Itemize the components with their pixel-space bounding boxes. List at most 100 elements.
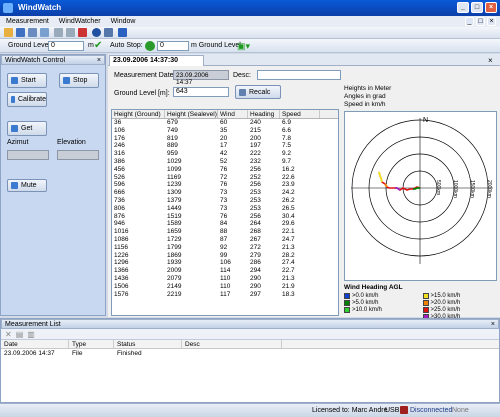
ml-col-status[interactable]: Status [114, 340, 182, 348]
table-row[interactable]: 1226 1869 99 279 28.2 [112, 252, 338, 260]
table-row[interactable]: 526 1169 72 252 22.6 [112, 174, 338, 182]
panel-close-icon[interactable]: × [97, 57, 101, 64]
get-button[interactable]: Get [7, 121, 47, 136]
ground-level-dropdown-icon[interactable]: ▣▾ [237, 41, 250, 52]
ml-col-type[interactable]: Type [69, 340, 114, 348]
desc-input[interactable] [257, 70, 341, 80]
mdi-restore-button[interactable]: □ [476, 17, 485, 26]
record-icon[interactable] [78, 28, 87, 37]
table-row[interactable]: 106 749 35 215 6.6 [112, 127, 338, 135]
status-bar: Licensed to: Marc Andre USB Disconnected… [0, 403, 500, 417]
minimize-button[interactable]: _ [457, 2, 469, 13]
open-folder-icon[interactable] [4, 28, 13, 37]
table-row[interactable]: 316 959 42 222 9.2 [112, 150, 338, 158]
maximize-button[interactable]: □ [471, 2, 483, 13]
menu-measurement[interactable]: Measurement [6, 18, 49, 25]
table-row[interactable]: 666 1309 73 253 24.2 [112, 189, 338, 197]
wind-track-yellow [378, 171, 383, 183]
auto-stop-label: Auto Stop: [110, 42, 143, 49]
info-icon[interactable] [118, 28, 127, 37]
table-row[interactable]: 806 1449 73 253 26.5 [112, 205, 338, 213]
device-label[interactable]: None [452, 407, 469, 414]
grid-icon[interactable] [104, 28, 113, 37]
delete-icon[interactable]: ✕ [5, 330, 12, 339]
table-cell: 946 [114, 220, 125, 228]
table-cell: 9.2 [282, 150, 292, 158]
table-row[interactable]: 1156 1799 92 272 21.3 [112, 244, 338, 252]
legend-swatch [422, 299, 429, 306]
table-cell: 253 [250, 196, 261, 204]
table-cell: 106 [220, 259, 231, 267]
table-row[interactable]: 946 1589 84 264 29.6 [112, 220, 338, 228]
wind-track-red [378, 171, 421, 191]
table-row[interactable]: 736 1379 73 253 26.2 [112, 197, 338, 205]
table-cell: 806 [114, 204, 125, 212]
stop-icon[interactable] [66, 28, 75, 37]
mute-button[interactable]: Mute [7, 179, 47, 192]
info-angles: Angles in grad [344, 93, 386, 100]
ml-col-date[interactable]: Date [1, 340, 69, 348]
table-row[interactable]: 1086 1729 87 267 24.7 [112, 236, 338, 244]
table-row[interactable]: 36 679 60 240 6.9 [112, 119, 338, 127]
col-heading[interactable]: Heading [248, 110, 280, 118]
measurement-list-close-icon[interactable]: × [491, 321, 495, 328]
recalc-button[interactable]: Recalc [235, 85, 281, 99]
play-icon[interactable] [54, 28, 63, 37]
measurement-list-toolbar: ✕ ▤ ▥ [1, 329, 499, 340]
table-row[interactable]: 1016 1659 88 268 22.1 [112, 228, 338, 236]
table-row[interactable]: 386 1029 52 232 9.7 [112, 158, 338, 166]
stop-button[interactable]: Stop [59, 73, 99, 88]
table-cell: 736 [114, 196, 125, 204]
table-cell: 1729 [167, 235, 182, 243]
table-cell: 2149 [167, 282, 182, 290]
start-button[interactable]: Start [7, 73, 47, 88]
apply-check-icon[interactable]: ✔ [94, 40, 102, 51]
table-cell: 42 [220, 150, 228, 158]
panel-header: WindWatch Control × [1, 55, 105, 65]
col-speed[interactable]: Speed [280, 110, 320, 118]
table-cell: 749 [167, 126, 178, 134]
measurement-list-row[interactable]: 23.09.2006 14:37 File Finished [1, 349, 499, 358]
menu-windwatcher[interactable]: WindWatcher [59, 18, 101, 25]
table-row[interactable]: 1506 2149 110 290 21.9 [112, 283, 338, 291]
save-icon[interactable] [16, 28, 25, 37]
mdi-close-button[interactable]: × [487, 17, 496, 26]
menu-window[interactable]: Window [111, 18, 136, 25]
tab-close-icon[interactable]: × [488, 56, 493, 65]
table-row[interactable]: 1436 2079 110 290 21.3 [112, 275, 338, 283]
col-height-sealevel[interactable]: Height (Sealevel) [165, 110, 218, 118]
table-row[interactable]: 1296 1939 106 286 27.4 [112, 259, 338, 267]
stop-label: Stop [73, 77, 88, 84]
tab-measurement[interactable]: 23.09.2006 14:37:30 [109, 55, 204, 66]
import-icon[interactable]: ▥ [27, 330, 35, 339]
print-icon[interactable] [40, 28, 49, 37]
table-row[interactable]: 246 889 17 197 7.5 [112, 142, 338, 150]
table-row[interactable]: 876 1519 76 256 30.4 [112, 213, 338, 221]
globe-icon[interactable] [92, 28, 101, 37]
table-cell: 2009 [167, 267, 182, 275]
table-cell: 386 [114, 157, 125, 165]
table-cell: 1519 [167, 212, 182, 220]
ground-level-m-input[interactable]: 643 [173, 87, 229, 97]
table-cell: 30.4 [282, 212, 295, 220]
mdi-minimize-button[interactable]: _ [465, 17, 474, 26]
col-height-ground[interactable]: Height (Ground) [112, 110, 165, 118]
ml-col-desc[interactable]: Desc [182, 340, 282, 348]
save-all-icon[interactable] [28, 28, 37, 37]
calibrate-button[interactable]: Calibrate [7, 92, 47, 107]
col-wind[interactable]: Wind [218, 110, 248, 118]
export-icon[interactable]: ▤ [16, 330, 24, 339]
table-row[interactable]: 456 1099 76 256 16.2 [112, 166, 338, 174]
table-row[interactable]: 1366 2009 114 294 22.7 [112, 267, 338, 275]
connection-status[interactable]: Disconnected [410, 407, 452, 414]
close-button[interactable]: × [485, 2, 497, 13]
table-cell: 1506 [114, 282, 129, 290]
table-cell: 666 [114, 189, 125, 197]
table-row[interactable]: 176 819 20 200 7.8 [112, 135, 338, 143]
ground-level-input[interactable]: 0 [48, 41, 84, 51]
table-row[interactable]: 596 1239 76 256 23.9 [112, 181, 338, 189]
table-cell: 17 [220, 142, 228, 150]
auto-stop-input[interactable]: 0 [157, 41, 189, 51]
auto-stop-play-icon[interactable] [145, 41, 155, 51]
table-row[interactable]: 1576 2219 117 297 18.3 [112, 291, 338, 299]
